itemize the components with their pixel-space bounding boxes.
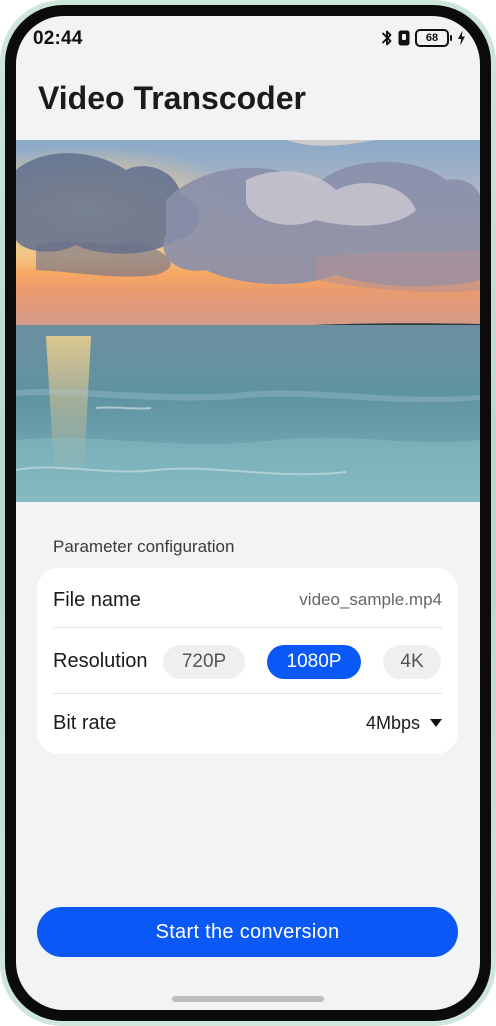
app-screen: 02:44 68 Video Transcoder Parameter conf…	[16, 16, 480, 1010]
home-indicator[interactable]	[172, 996, 324, 1002]
page-title: Video Transcoder	[38, 80, 306, 116]
resolution-option-1080p[interactable]: 1080P	[267, 645, 361, 679]
resolution-option-720p[interactable]: 720P	[163, 645, 245, 679]
start-conversion-button[interactable]: Start the conversion	[37, 907, 458, 957]
resolution-option-4k[interactable]: 4K	[383, 645, 441, 679]
status-time: 02:44	[33, 28, 83, 49]
caret-down-icon	[430, 719, 442, 727]
bit-rate-select[interactable]: 4Mbps	[366, 713, 442, 734]
bluetooth-icon	[382, 30, 392, 46]
video-preview[interactable]	[16, 140, 480, 502]
resolution-label: Resolution	[53, 649, 148, 672]
battery-level: 68	[415, 29, 449, 47]
divider	[53, 627, 442, 628]
file-name-value: video_sample.mp4	[299, 590, 442, 609]
status-bar: 02:44 68	[16, 16, 480, 60]
resolution-options: 720P 1080P 4K	[163, 645, 441, 679]
sunset-ocean-video-thumbnail	[16, 140, 480, 502]
bit-rate-value: 4Mbps	[365, 712, 420, 733]
bit-rate-label: Bit rate	[53, 711, 117, 734]
file-name-row: File name video_sample.mp4	[53, 570, 442, 630]
section-label: Parameter configuration	[53, 537, 235, 556]
phone-frame: 02:44 68 Video Transcoder Parameter conf…	[0, 0, 496, 1026]
vibrate-icon	[398, 30, 410, 46]
battery-icon: 68	[415, 29, 452, 47]
status-icons: 68	[381, 28, 466, 48]
file-name-label: File name	[53, 588, 141, 611]
bit-rate-row: Bit rate 4Mbps	[53, 693, 442, 753]
battery-tip	[450, 35, 452, 41]
parameter-card: File name video_sample.mp4 Resolution 72…	[37, 568, 458, 754]
charging-icon	[458, 30, 465, 46]
